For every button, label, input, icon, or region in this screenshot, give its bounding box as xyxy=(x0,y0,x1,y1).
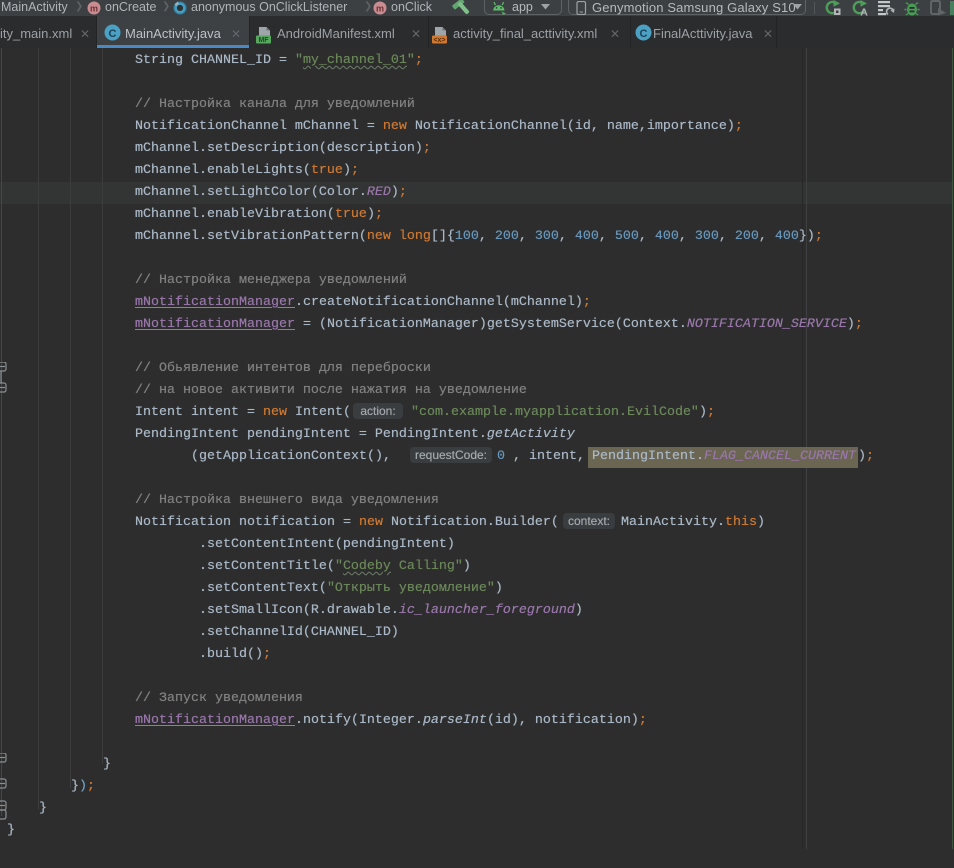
svg-text:<x>: <x> xyxy=(433,37,445,44)
svg-text:m: m xyxy=(90,4,98,14)
svg-text:A: A xyxy=(860,7,868,17)
svg-text:C: C xyxy=(109,28,117,40)
svg-text:MF: MF xyxy=(258,37,269,44)
svg-text:C: C xyxy=(640,28,648,40)
svg-text:m: m xyxy=(376,4,384,14)
